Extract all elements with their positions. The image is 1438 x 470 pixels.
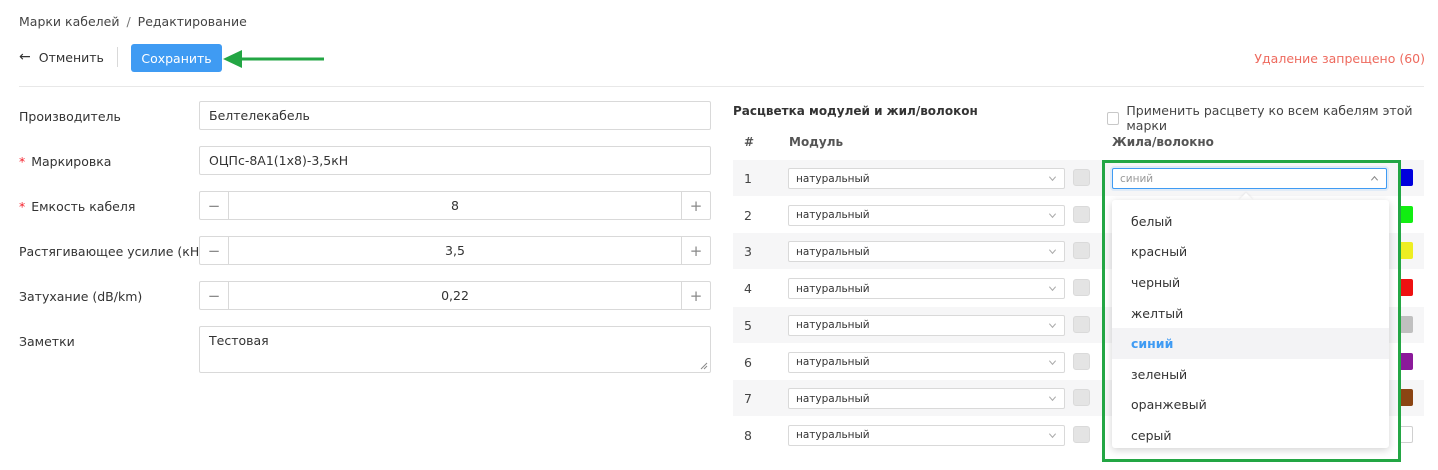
chevron-down-icon — [1048, 249, 1057, 255]
module-color-swatch[interactable] — [1073, 315, 1090, 333]
module-select[interactable]: натуральный — [788, 388, 1065, 410]
save-button[interactable]: Сохранить — [131, 44, 222, 72]
row-number: 8 — [744, 427, 752, 443]
column-header-num: # — [744, 135, 755, 149]
notes-textarea[interactable]: Тестовая — [199, 326, 711, 373]
row-number: 4 — [744, 281, 752, 297]
breadcrumb-parent[interactable]: Марки кабелей — [19, 14, 119, 29]
coloring-title: Расцветка модулей и жил/волокон — [733, 104, 978, 118]
capacity-label: * Емкость кабеля — [19, 199, 135, 214]
module-select[interactable]: натуральный — [788, 168, 1065, 189]
notes-text: Тестовая — [209, 333, 269, 348]
row-number: 7 — [744, 391, 752, 407]
capacity-value[interactable]: 8 — [229, 192, 681, 219]
module-color-swatch[interactable] — [1073, 425, 1090, 443]
tensile-stepper: − 3,5 + — [199, 236, 711, 265]
cancel-label: Отменить — [38, 49, 104, 65]
column-header-core: Жила/волокно — [1112, 135, 1214, 149]
marking-label-text: Маркировка — [31, 154, 112, 169]
module-select-value: натуральный — [796, 282, 870, 295]
marking-field[interactable]: ОЦПс-8А1(1x8)-3,5кН — [199, 146, 711, 175]
chevron-down-icon — [1048, 323, 1057, 328]
header-divider — [19, 86, 1424, 87]
row-number: 1 — [744, 171, 752, 186]
increment-button[interactable]: + — [681, 282, 710, 309]
module-color-swatch[interactable] — [1073, 242, 1090, 260]
module-select-value: натуральный — [796, 209, 870, 222]
tensile-value[interactable]: 3,5 — [229, 237, 681, 264]
module-select-value: натуральный — [796, 245, 870, 258]
manufacturer-label: Производитель — [19, 109, 121, 124]
delete-forbidden-notice: Удаление запрещено (60) — [1254, 51, 1425, 66]
module-color-swatch[interactable] — [1073, 352, 1090, 370]
breadcrumb-current: Редактирование — [137, 14, 247, 29]
module-select-value: натуральный — [796, 356, 870, 368]
chevron-down-icon — [1048, 433, 1057, 439]
required-mark: * — [19, 199, 26, 214]
apply-all-label: Применить расцвету ко всем кабелям этой … — [1126, 103, 1413, 133]
attenuation-stepper: − 0,22 + — [199, 281, 711, 310]
chevron-down-icon — [1048, 176, 1057, 182]
module-color-swatch[interactable] — [1073, 279, 1090, 297]
required-mark: * — [19, 154, 26, 169]
column-header-module: Модуль — [789, 135, 844, 149]
module-color-swatch[interactable] — [1073, 205, 1090, 223]
row-number: 3 — [744, 244, 752, 260]
apply-all-checkbox[interactable]: Применить расцвету ко всем кабелям этой … — [1107, 103, 1438, 133]
annotation-highlight-box — [1102, 160, 1401, 462]
module-select[interactable]: натуральный — [788, 278, 1065, 300]
module-select[interactable]: натуральный — [788, 351, 1065, 373]
module-select[interactable]: натуральный — [788, 241, 1065, 263]
module-select-value: натуральный — [796, 172, 870, 185]
cancel-button[interactable]: ← Отменить — [19, 49, 104, 65]
module-select[interactable]: натуральный — [788, 314, 1065, 336]
row-number: 6 — [744, 354, 752, 370]
checkbox-icon[interactable] — [1107, 111, 1120, 125]
breadcrumb-separator: / — [126, 14, 131, 29]
module-color-swatch[interactable] — [1073, 169, 1090, 186]
module-select-value: натуральный — [796, 319, 870, 332]
row-number: 2 — [744, 207, 752, 223]
arrow-left-icon: ← — [19, 49, 31, 65]
tensile-label: Растягивающее усилие (кН) — [19, 244, 205, 259]
annotation-arrow-icon — [223, 50, 324, 68]
row-number: 5 — [744, 317, 752, 333]
breadcrumb: Марки кабелей / Редактирование — [19, 14, 247, 29]
notes-label: Заметки — [19, 334, 75, 349]
attenuation-label: Затухание (dB/km) — [19, 289, 143, 304]
module-color-swatch[interactable] — [1073, 389, 1090, 407]
chevron-down-icon — [1048, 213, 1057, 218]
capacity-label-text: Емкость кабеля — [31, 199, 136, 214]
chevron-down-icon — [1048, 359, 1057, 365]
increment-button[interactable]: + — [681, 192, 710, 219]
toolbar-divider — [117, 47, 118, 67]
chevron-down-icon — [1048, 396, 1057, 402]
marking-label: * Маркировка — [19, 154, 111, 169]
chevron-down-icon — [1048, 286, 1057, 292]
attenuation-value[interactable]: 0,22 — [229, 282, 681, 309]
module-select[interactable]: натуральный — [788, 424, 1065, 446]
manufacturer-field[interactable]: Белтелекабель — [199, 101, 711, 130]
decrement-button[interactable]: − — [200, 237, 229, 264]
decrement-button[interactable]: − — [200, 282, 229, 309]
increment-button[interactable]: + — [681, 237, 710, 264]
decrement-button[interactable]: − — [200, 192, 229, 219]
resize-grip-icon[interactable] — [700, 362, 708, 370]
module-select-value: натуральный — [796, 429, 870, 442]
module-select-value: натуральный — [796, 392, 870, 405]
capacity-stepper: − 8 + — [199, 191, 711, 220]
module-select[interactable]: натуральный — [788, 204, 1065, 226]
